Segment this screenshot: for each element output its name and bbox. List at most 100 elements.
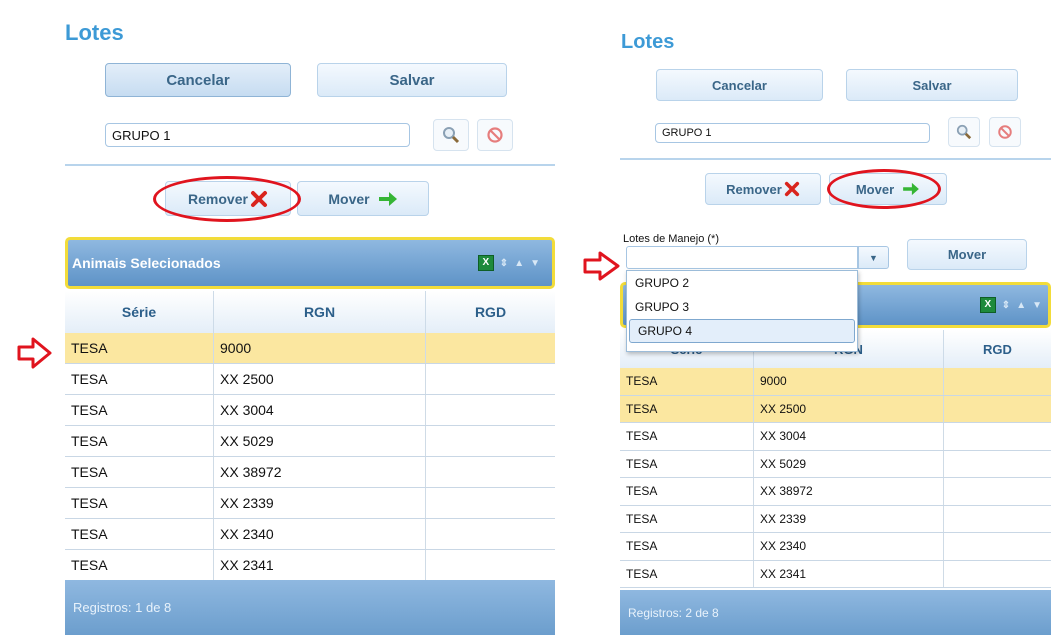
clear-button[interactable] <box>989 117 1021 147</box>
lotes-label: Lotes de Manejo (*) <box>623 233 719 245</box>
table-row[interactable]: TESA XX 5029 <box>620 450 1051 478</box>
cell-rgn: XX 5029 <box>214 426 426 456</box>
table-row[interactable]: TESA XX 3004 <box>65 395 555 426</box>
move-label: Mover <box>328 190 370 207</box>
sort-icon[interactable]: ⇕ <box>1002 300 1010 311</box>
annotation-ellipse <box>827 169 941 209</box>
cell-rgn: XX 2340 <box>214 519 426 549</box>
search-icon <box>956 124 972 140</box>
cell-rgd <box>426 488 555 518</box>
cell-rgd <box>426 333 555 363</box>
lotes-select[interactable] <box>626 246 858 269</box>
cell-rgn: XX 5029 <box>754 450 944 477</box>
cell-rgn: XX 2341 <box>214 550 426 580</box>
cell-rgn: XX 38972 <box>214 457 426 487</box>
col-rgd[interactable]: RGD <box>426 291 555 333</box>
table-row[interactable]: TESA XX 2340 <box>65 519 555 550</box>
table-row[interactable]: TESA XX 2340 <box>620 533 1051 561</box>
move-arrow-icon <box>378 191 397 206</box>
cell-serie: TESA <box>65 395 214 425</box>
chevron-down-icon[interactable]: ▼ <box>1032 300 1042 311</box>
cell-rgd <box>944 396 1051 423</box>
right-panel: Lotes Cancelar Salvar GRUPO 1 Remover Mo… <box>600 0 1051 635</box>
chevron-up-icon[interactable]: ▲ <box>514 258 524 269</box>
group-field[interactable]: GRUPO 1 <box>655 123 930 143</box>
mover-submit-button[interactable]: Mover <box>907 239 1027 270</box>
save-button[interactable]: Salvar <box>317 63 507 97</box>
table-row[interactable]: TESA 9000 <box>620 368 1051 396</box>
table-row[interactable]: TESA XX 2500 <box>65 364 555 395</box>
table-row[interactable]: TESA XX 38972 <box>620 478 1051 506</box>
cell-rgd <box>426 364 555 394</box>
dropdown-option[interactable]: GRUPO 3 <box>627 295 857 319</box>
table-row[interactable]: TESA XX 2500 <box>620 395 1051 423</box>
group-field[interactable]: GRUPO 1 <box>105 123 410 147</box>
excel-icon[interactable]: X <box>477 255 494 271</box>
cell-serie: TESA <box>620 533 754 560</box>
cell-rgn: XX 38972 <box>754 478 944 505</box>
excel-icon[interactable]: X <box>979 297 996 313</box>
annotation-ellipse <box>153 176 301 222</box>
table-row[interactable]: TESA XX 38972 <box>65 457 555 488</box>
col-rgd[interactable]: RGD <box>944 330 1051 368</box>
cell-serie: TESA <box>620 478 754 505</box>
cell-rgd <box>426 519 555 549</box>
table-row[interactable]: TESA 9000 <box>65 333 555 364</box>
cell-rgn: XX 2341 <box>754 560 944 587</box>
cell-serie: TESA <box>65 364 214 394</box>
cell-rgn: XX 2340 <box>754 533 944 560</box>
separator <box>620 158 1051 160</box>
col-rgn[interactable]: RGN <box>214 291 426 333</box>
remove-label: Remover <box>726 181 782 197</box>
chevron-down-icon[interactable]: ▼ <box>530 258 540 269</box>
cell-serie: TESA <box>620 505 754 532</box>
cell-serie: TESA <box>620 560 754 587</box>
lotes-dropdown-list: GRUPO 2 GRUPO 3 GRUPO 4 <box>626 270 858 352</box>
table-row[interactable]: TESA XX 2339 <box>65 488 555 519</box>
table-row[interactable]: TESA XX 5029 <box>65 426 555 457</box>
cell-serie: TESA <box>65 550 214 580</box>
cell-serie: TESA <box>65 333 214 363</box>
remove-button[interactable]: Remover <box>705 173 821 205</box>
cancel-button[interactable]: Cancelar <box>656 69 823 101</box>
search-button[interactable] <box>433 119 469 151</box>
save-button[interactable]: Salvar <box>846 69 1018 101</box>
cell-serie: TESA <box>65 519 214 549</box>
cell-rgd <box>426 550 555 580</box>
move-button[interactable]: Mover <box>297 181 429 216</box>
sort-icon[interactable]: ⇕ <box>500 258 508 269</box>
cell-rgd <box>944 533 1051 560</box>
cell-rgd <box>426 426 555 456</box>
grid-footer: Registros: 2 de 8 <box>620 590 1051 635</box>
search-icon <box>443 127 460 144</box>
cell-rgd <box>426 395 555 425</box>
table-row[interactable]: TESA XX 2341 <box>620 560 1051 588</box>
cell-rgd <box>426 457 555 487</box>
search-button[interactable] <box>948 117 980 147</box>
col-serie[interactable]: Série <box>65 291 214 333</box>
selected-animals-grid: Animais Selecionados X ⇕ ▲ ▼ Série RGN R… <box>65 237 555 635</box>
cell-rgn: XX 2339 <box>754 505 944 532</box>
dropdown-option[interactable]: GRUPO 2 <box>627 271 857 295</box>
grid-title: Animais Selecionados <box>72 255 221 271</box>
table-row[interactable]: TESA XX 3004 <box>620 423 1051 451</box>
cell-rgn: 9000 <box>754 368 944 395</box>
clear-button[interactable] <box>477 119 513 151</box>
grid-body: TESA 9000 TESA XX 2500 TESA XX 3004 TESA XX 502… <box>620 368 1051 588</box>
cell-serie: TESA <box>620 395 754 422</box>
cell-rgn: XX 3004 <box>754 423 944 450</box>
dropdown-option[interactable]: GRUPO 4 <box>629 319 855 343</box>
clear-icon <box>998 125 1012 139</box>
cell-serie: TESA <box>65 426 214 456</box>
cell-rgd <box>944 451 1051 478</box>
cell-serie: TESA <box>620 368 754 395</box>
table-row[interactable]: TESA XX 2339 <box>620 505 1051 533</box>
cancel-button[interactable]: Cancelar <box>105 63 291 97</box>
grid-footer: Registros: 1 de 8 <box>65 580 555 635</box>
grid-body: TESA 9000 TESA XX 2500 TESA XX 3004 TESA XX 502… <box>65 333 555 581</box>
table-row[interactable]: TESA XX 2341 <box>65 550 555 581</box>
cell-rgd <box>944 506 1051 533</box>
cell-rgd <box>944 561 1051 588</box>
chevron-up-icon[interactable]: ▲ <box>1016 300 1026 311</box>
lotes-dropdown-toggle[interactable]: ▼ <box>858 246 889 269</box>
